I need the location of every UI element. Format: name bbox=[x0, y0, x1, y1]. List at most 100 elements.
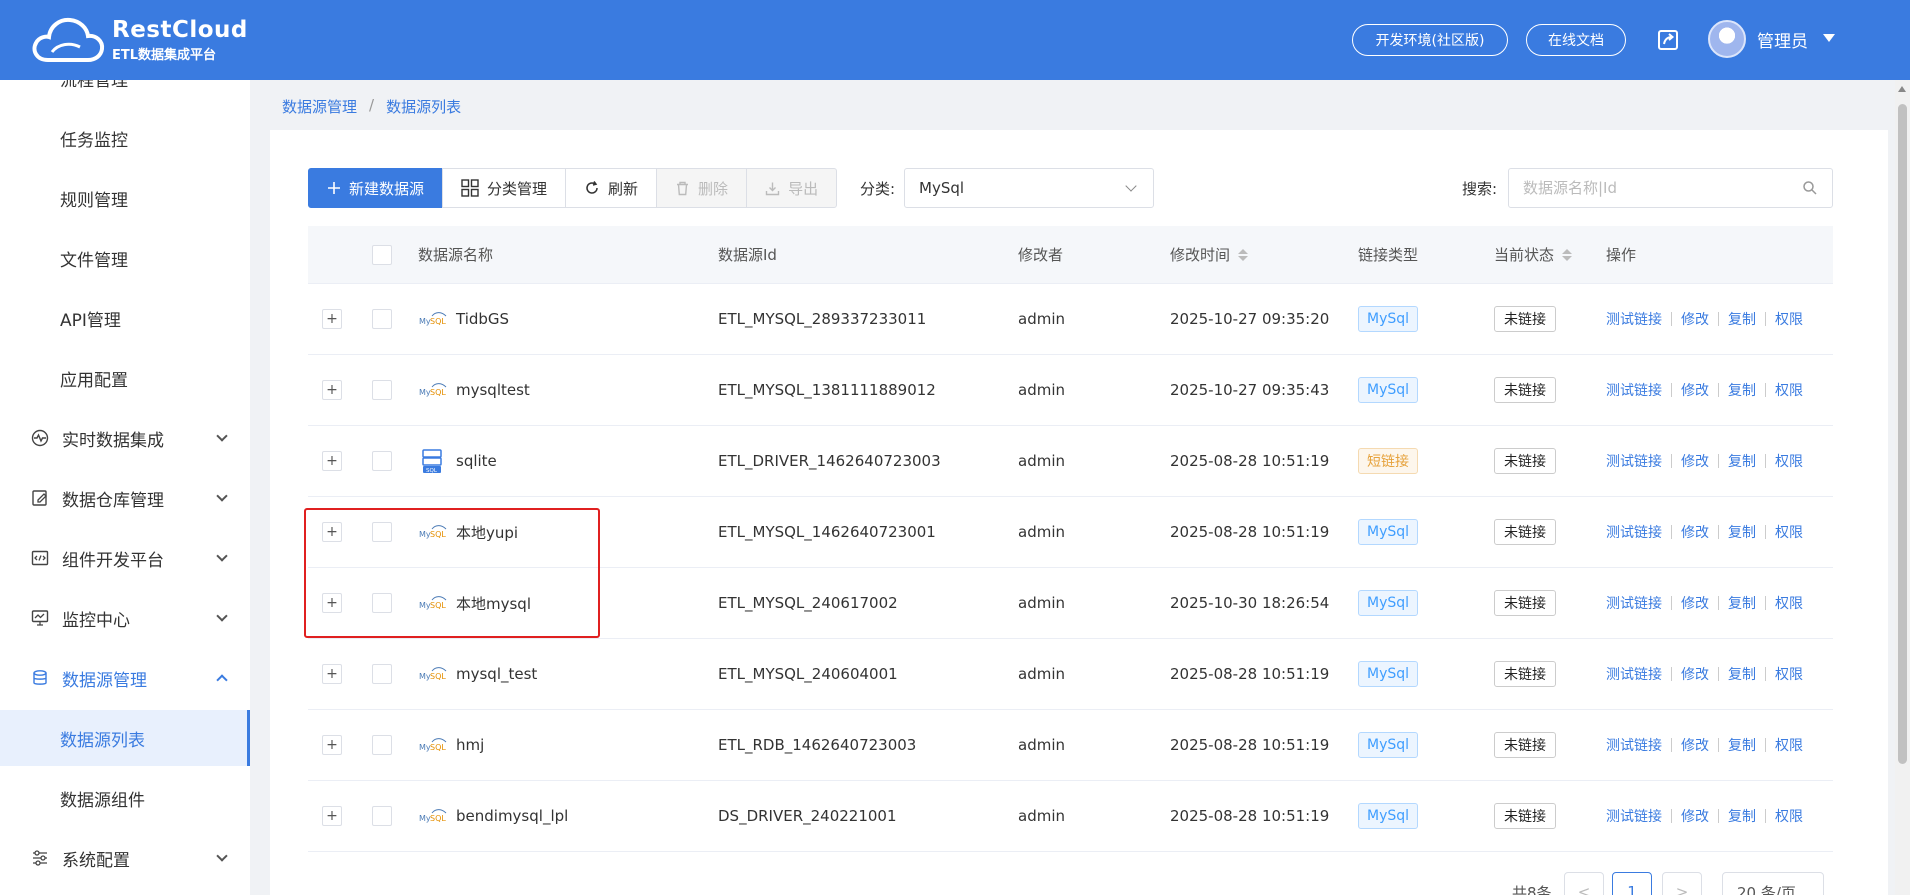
expand-row-button[interactable]: + bbox=[322, 664, 342, 684]
next-page-button[interactable]: > bbox=[1662, 872, 1702, 895]
column-time[interactable]: 修改时间 bbox=[1170, 226, 1249, 283]
column-state[interactable]: 当前状态 bbox=[1494, 226, 1573, 283]
scroll-up-arrow-icon[interactable] bbox=[1898, 86, 1906, 92]
expand-row-button[interactable]: + bbox=[322, 522, 342, 542]
permission-button[interactable]: 权限 bbox=[1775, 309, 1803, 329]
sidebar-item-1[interactable]: 任务监控 bbox=[0, 110, 250, 166]
row-checkbox[interactable] bbox=[372, 735, 392, 755]
test-link-button[interactable]: 测试链接 bbox=[1606, 380, 1662, 400]
sidebar-item-8[interactable]: 组件开发平台 bbox=[0, 530, 250, 586]
row-checkbox[interactable] bbox=[372, 593, 392, 613]
expand-row-button[interactable]: + bbox=[322, 593, 342, 613]
sidebar-item-4[interactable]: API管理 bbox=[0, 290, 250, 346]
permission-button[interactable]: 权限 bbox=[1775, 806, 1803, 826]
expand-row-button[interactable]: + bbox=[322, 806, 342, 826]
breadcrumb-root[interactable]: 数据源管理 bbox=[282, 96, 357, 117]
row-checkbox[interactable] bbox=[372, 664, 392, 684]
copy-button[interactable]: 复制 bbox=[1728, 664, 1756, 684]
new-datasource-button[interactable]: 新建数据源 bbox=[308, 168, 444, 208]
copy-button[interactable]: 复制 bbox=[1728, 380, 1756, 400]
prev-page-button[interactable]: < bbox=[1564, 872, 1604, 895]
refresh-button[interactable]: 刷新 bbox=[565, 168, 658, 208]
copy-button[interactable]: 复制 bbox=[1728, 309, 1756, 329]
docs-button[interactable]: 在线文档 bbox=[1526, 24, 1626, 56]
edit-button[interactable]: 修改 bbox=[1681, 522, 1709, 542]
table-row[interactable]: + My SQL mysql_test ETL_MYSQL_240604001 admin… bbox=[308, 639, 1833, 710]
sidebar-item-5[interactable]: 应用配置 bbox=[0, 350, 250, 406]
edit-button[interactable]: 修改 bbox=[1681, 380, 1709, 400]
permission-button[interactable]: 权限 bbox=[1775, 522, 1803, 542]
datasource-name[interactable]: sqlite bbox=[456, 452, 497, 470]
sidebar-item-11[interactable]: 数据源列表 bbox=[0, 710, 250, 766]
datasource-name[interactable]: TidbGS bbox=[456, 310, 509, 328]
sidebar-item-6[interactable]: 实时数据集成 bbox=[0, 410, 250, 466]
delete-button[interactable]: 删除 bbox=[656, 168, 748, 208]
edit-button[interactable]: 修改 bbox=[1681, 735, 1709, 755]
copy-button[interactable]: 复制 bbox=[1728, 593, 1756, 613]
sidebar-item-7[interactable]: 数据仓库管理 bbox=[0, 470, 250, 526]
sidebar-item-0[interactable]: 流程管理 bbox=[0, 80, 250, 106]
env-button[interactable]: 开发环境(社区版) bbox=[1352, 24, 1508, 56]
sidebar-item-3[interactable]: 文件管理 bbox=[0, 230, 250, 286]
expand-row-button[interactable]: + bbox=[322, 380, 342, 400]
datasource-name[interactable]: mysqltest bbox=[456, 381, 530, 399]
test-link-button[interactable]: 测试链接 bbox=[1606, 664, 1662, 684]
test-link-button[interactable]: 测试链接 bbox=[1606, 735, 1662, 755]
test-link-button[interactable]: 测试链接 bbox=[1606, 806, 1662, 826]
row-checkbox[interactable] bbox=[372, 451, 392, 471]
share-icon[interactable] bbox=[1656, 28, 1680, 52]
edit-button[interactable]: 修改 bbox=[1681, 806, 1709, 826]
row-checkbox[interactable] bbox=[372, 806, 392, 826]
table-row[interactable]: + My SQL mysqltest ETL_MYSQL_1381111889012 ad… bbox=[308, 355, 1833, 426]
expand-row-button[interactable]: + bbox=[322, 451, 342, 471]
sidebar-item-10[interactable]: 数据源管理 bbox=[0, 650, 250, 706]
table-row[interactable]: + My SQL bendimysql_lpl DS_DRIVER_240221001 a… bbox=[308, 781, 1833, 852]
test-link-button[interactable]: 测试链接 bbox=[1606, 593, 1662, 613]
copy-button[interactable]: 复制 bbox=[1728, 806, 1756, 826]
datasource-name[interactable]: bendimysql_lpl bbox=[456, 807, 568, 825]
table-row[interactable]: + My SQL TidbGS ETL_MYSQL_289337233011 admin 2… bbox=[308, 284, 1833, 355]
category-management-button[interactable]: 分类管理 bbox=[442, 168, 567, 208]
category-select[interactable]: MySql bbox=[904, 168, 1154, 208]
datasource-name[interactable]: mysql_test bbox=[456, 665, 537, 683]
permission-button[interactable]: 权限 bbox=[1775, 664, 1803, 684]
permission-button[interactable]: 权限 bbox=[1775, 380, 1803, 400]
sidebar-item-13[interactable]: 系统配置 bbox=[0, 830, 250, 886]
sort-icon[interactable] bbox=[1562, 248, 1573, 261]
edit-button[interactable]: 修改 bbox=[1681, 451, 1709, 471]
test-link-button[interactable]: 测试链接 bbox=[1606, 451, 1662, 471]
datasource-name[interactable]: 本地mysql bbox=[456, 593, 531, 614]
permission-button[interactable]: 权限 bbox=[1775, 735, 1803, 755]
scrollbar[interactable] bbox=[1895, 80, 1910, 895]
search-icon[interactable] bbox=[1802, 180, 1818, 196]
copy-button[interactable]: 复制 bbox=[1728, 522, 1756, 542]
expand-row-button[interactable]: + bbox=[322, 309, 342, 329]
copy-button[interactable]: 复制 bbox=[1728, 735, 1756, 755]
chevron-down-icon[interactable] bbox=[1823, 34, 1835, 42]
row-checkbox[interactable] bbox=[372, 522, 392, 542]
table-row[interactable]: + My SQL hmj ETL_RDB_1462640723003 admin 2025-… bbox=[308, 710, 1833, 781]
page-1-button[interactable]: 1 bbox=[1612, 872, 1652, 895]
expand-row-button[interactable]: + bbox=[322, 735, 342, 755]
row-checkbox[interactable] bbox=[372, 380, 392, 400]
permission-button[interactable]: 权限 bbox=[1775, 451, 1803, 471]
test-link-button[interactable]: 测试链接 bbox=[1606, 522, 1662, 542]
edit-button[interactable]: 修改 bbox=[1681, 593, 1709, 613]
page-size-select[interactable]: 20 条/页 bbox=[1722, 872, 1824, 895]
sidebar-item-12[interactable]: 数据源组件 bbox=[0, 770, 250, 826]
user-name[interactable]: 管理员 bbox=[1757, 27, 1808, 52]
test-link-button[interactable]: 测试链接 bbox=[1606, 309, 1662, 329]
datasource-name[interactable]: hmj bbox=[456, 736, 484, 754]
sort-icon[interactable] bbox=[1238, 248, 1249, 261]
export-button[interactable]: 导出 bbox=[746, 168, 838, 208]
row-checkbox[interactable] bbox=[372, 309, 392, 329]
edit-button[interactable]: 修改 bbox=[1681, 309, 1709, 329]
sidebar-item-9[interactable]: 监控中心 bbox=[0, 590, 250, 646]
search-input[interactable] bbox=[1508, 168, 1833, 208]
table-row[interactable]: + SQL sqlite ETL_DRIVER_1462640723003 admin 2… bbox=[308, 426, 1833, 497]
copy-button[interactable]: 复制 bbox=[1728, 451, 1756, 471]
sidebar-item-2[interactable]: 规则管理 bbox=[0, 170, 250, 226]
edit-button[interactable]: 修改 bbox=[1681, 664, 1709, 684]
avatar[interactable] bbox=[1708, 20, 1746, 58]
table-row[interactable]: + My SQL 本地mysql ETL_MYSQL_240617002 admin 202… bbox=[308, 568, 1833, 639]
